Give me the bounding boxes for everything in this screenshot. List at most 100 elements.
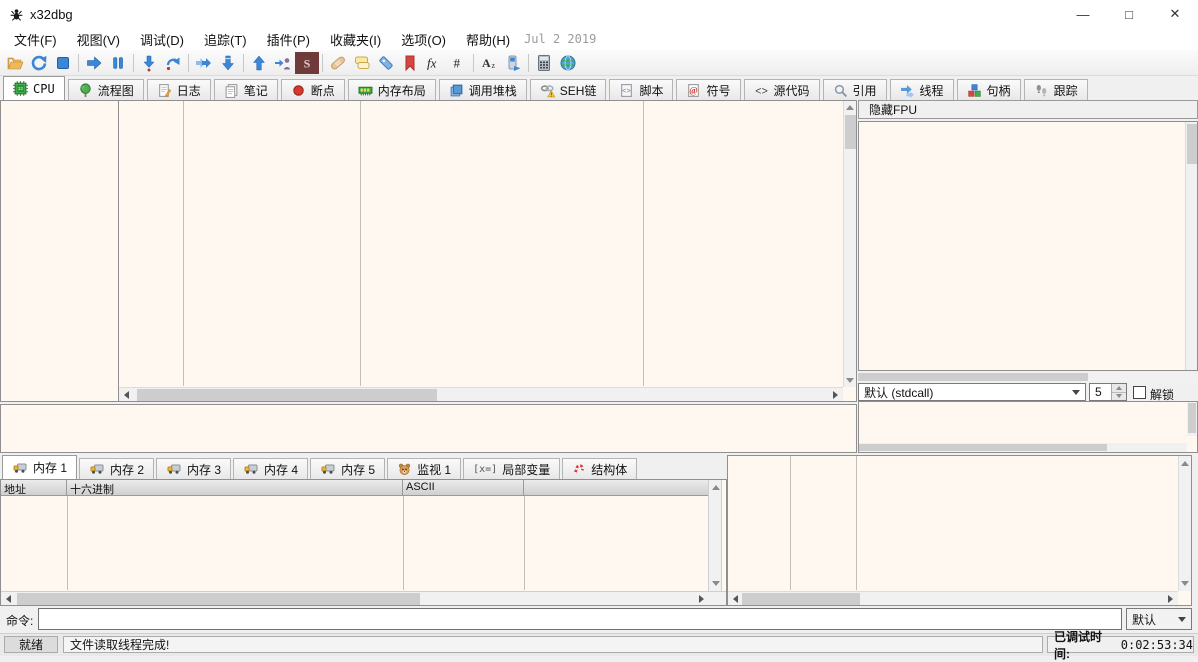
tab-source[interactable]: <>源代码 bbox=[744, 79, 820, 100]
spinner-buttons[interactable] bbox=[1111, 384, 1126, 400]
functions-button[interactable]: fx bbox=[422, 52, 446, 74]
stack-hscrollbar[interactable] bbox=[728, 591, 1178, 605]
scroll-thumb[interactable] bbox=[845, 115, 856, 149]
pause-button[interactable] bbox=[106, 52, 130, 74]
minimize-button[interactable]: — bbox=[1060, 0, 1106, 28]
tab-notes[interactable]: 笔记 bbox=[214, 79, 278, 100]
text-case-button[interactable]: Az bbox=[477, 52, 501, 74]
dump-header-ascii[interactable]: ASCII bbox=[403, 480, 524, 496]
dump-tab-memory5[interactable]: 内存 5 bbox=[310, 458, 385, 479]
registers-vscrollbar[interactable] bbox=[1185, 122, 1197, 370]
scroll-up-arrow[interactable] bbox=[712, 485, 720, 490]
scroll-thumb[interactable] bbox=[858, 373, 1088, 381]
tab-handles[interactable]: 句柄 bbox=[957, 79, 1021, 100]
scroll-thumb[interactable] bbox=[17, 593, 420, 605]
run-button[interactable] bbox=[82, 52, 106, 74]
stack-vscrollbar[interactable] bbox=[1178, 456, 1191, 591]
calculator-button[interactable] bbox=[532, 52, 556, 74]
menu-options[interactable]: 选项(O) bbox=[391, 28, 456, 51]
disassembly-hscrollbar[interactable] bbox=[119, 387, 843, 401]
tab-memory-map[interactable]: 内存布局 bbox=[348, 79, 436, 100]
menu-plugins[interactable]: 插件(P) bbox=[257, 28, 320, 51]
tab-script[interactable]: <>脚本 bbox=[609, 79, 673, 100]
tab-call-stack[interactable]: 调用堆栈 bbox=[439, 79, 527, 100]
restart-button[interactable] bbox=[27, 52, 51, 74]
menu-trace[interactable]: 追踪(T) bbox=[194, 28, 257, 51]
dump-pane[interactable]: 地址 十六进制 ASCII bbox=[0, 479, 727, 606]
scroll-thumb[interactable] bbox=[1187, 124, 1197, 164]
menu-favourites[interactable]: 收藏夹(I) bbox=[320, 28, 391, 51]
stack-pane[interactable] bbox=[727, 455, 1192, 606]
internet-button[interactable] bbox=[556, 52, 580, 74]
scroll-right-arrow[interactable] bbox=[833, 391, 838, 399]
tab-symbols[interactable]: @符号 bbox=[676, 79, 740, 100]
hide-fpu-button[interactable]: 隐藏FPU bbox=[858, 100, 1198, 119]
scroll-thumb[interactable] bbox=[742, 593, 860, 605]
patches-button[interactable] bbox=[326, 52, 350, 74]
scroll-right-arrow[interactable] bbox=[1168, 595, 1173, 603]
dump-header-address[interactable]: 地址 bbox=[1, 480, 67, 496]
unlock-checkbox[interactable] bbox=[1133, 386, 1146, 399]
dump-tab-memory2[interactable]: 内存 2 bbox=[79, 458, 154, 479]
device-button[interactable] bbox=[501, 52, 525, 74]
run-to-user-code-button[interactable] bbox=[271, 52, 295, 74]
arg-count-spinner[interactable]: 5 bbox=[1089, 383, 1127, 401]
arguments-pane[interactable] bbox=[858, 401, 1198, 453]
menu-help[interactable]: 帮助(H) bbox=[456, 28, 520, 51]
trace-over-button[interactable] bbox=[216, 52, 240, 74]
command-profile-combo[interactable]: 默认 bbox=[1126, 608, 1192, 630]
dump-header-hex[interactable]: 十六进制 bbox=[67, 480, 403, 496]
tab-graph[interactable]: 流程图 bbox=[68, 79, 144, 100]
command-input[interactable] bbox=[38, 608, 1122, 630]
bookmarks-button[interactable] bbox=[398, 52, 422, 74]
dump-header-extra[interactable] bbox=[524, 480, 708, 496]
execute-till-return-button[interactable] bbox=[247, 52, 271, 74]
dump-tab-memory3[interactable]: 内存 3 bbox=[156, 458, 231, 479]
registers-hscrollbar[interactable] bbox=[858, 372, 1198, 382]
scroll-up-arrow[interactable] bbox=[846, 105, 854, 110]
dump-tab-locals[interactable]: [x=]局部变量 bbox=[463, 458, 560, 479]
dump-tab-struct[interactable]: 结构体 bbox=[562, 458, 637, 479]
close-button[interactable]: ✕ bbox=[1152, 0, 1198, 28]
menu-view[interactable]: 视图(V) bbox=[67, 28, 130, 51]
scroll-down-arrow[interactable] bbox=[712, 581, 720, 586]
trace-into-button[interactable] bbox=[192, 52, 216, 74]
registers-pane[interactable] bbox=[858, 121, 1198, 371]
labels-button[interactable] bbox=[374, 52, 398, 74]
scroll-thumb[interactable] bbox=[137, 389, 437, 401]
tab-trace[interactable]: 跟踪 bbox=[1024, 79, 1088, 100]
dump-hscrollbar[interactable] bbox=[1, 591, 726, 605]
calling-convention-combo[interactable]: 默认 (stdcall) bbox=[858, 383, 1086, 401]
arguments-hscrollbar[interactable] bbox=[859, 443, 1187, 452]
tab-breakpoints[interactable]: 断点 bbox=[281, 79, 345, 100]
step-into-button[interactable] bbox=[137, 52, 161, 74]
step-over-button[interactable] bbox=[161, 52, 185, 74]
tab-log[interactable]: 日志 bbox=[147, 79, 211, 100]
tab-cpu[interactable]: 32CPU bbox=[3, 76, 65, 100]
scroll-down-arrow[interactable] bbox=[846, 378, 854, 383]
dump-tab-memory1[interactable]: 内存 1 bbox=[2, 455, 77, 479]
scroll-left-arrow[interactable] bbox=[6, 595, 11, 603]
comments-button[interactable] bbox=[350, 52, 374, 74]
disassembly-vscrollbar[interactable] bbox=[843, 101, 856, 387]
tab-seh-chain[interactable]: !SEH链 bbox=[530, 79, 607, 100]
menu-file[interactable]: 文件(F) bbox=[4, 28, 67, 51]
scroll-left-arrow[interactable] bbox=[733, 595, 738, 603]
dump-vscrollbar[interactable] bbox=[708, 480, 722, 591]
maximize-button[interactable]: □ bbox=[1106, 0, 1152, 28]
scroll-up-arrow[interactable] bbox=[1181, 461, 1189, 466]
dump-tab-watch1[interactable]: 监视 1 bbox=[387, 458, 461, 479]
scylla-button[interactable]: S bbox=[295, 52, 319, 74]
menu-debug[interactable]: 调试(D) bbox=[130, 28, 194, 51]
scroll-left-arrow[interactable] bbox=[124, 391, 129, 399]
hash-button[interactable]: # bbox=[446, 52, 470, 74]
scroll-right-arrow[interactable] bbox=[699, 595, 704, 603]
stop-button[interactable] bbox=[51, 52, 75, 74]
dump-tab-memory4[interactable]: 内存 4 bbox=[233, 458, 308, 479]
open-file-button[interactable] bbox=[3, 52, 27, 74]
tab-threads[interactable]: 线程 bbox=[890, 79, 954, 100]
scroll-thumb[interactable] bbox=[1188, 403, 1196, 433]
tab-references[interactable]: 引用 bbox=[823, 79, 887, 100]
scroll-down-arrow[interactable] bbox=[1181, 581, 1189, 586]
disassembly-pane[interactable] bbox=[0, 100, 857, 402]
